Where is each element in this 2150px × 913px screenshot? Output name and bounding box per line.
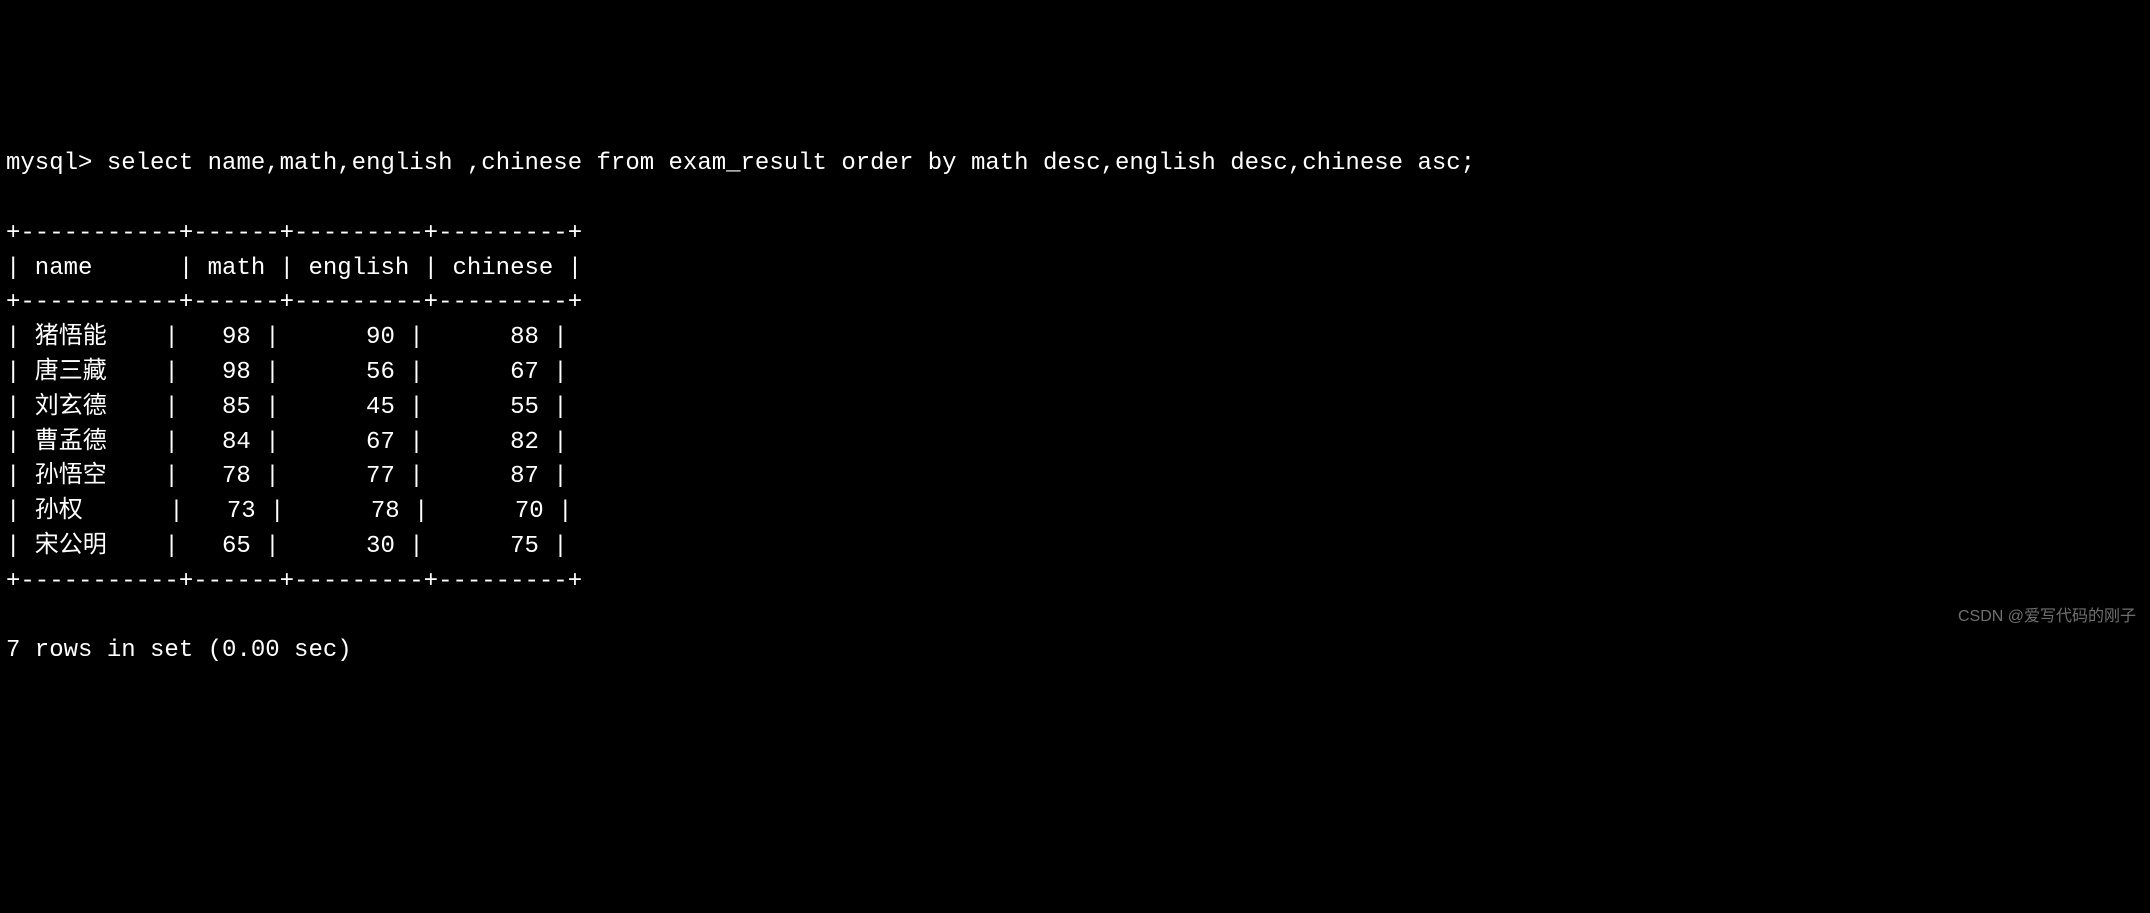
table-row: | name | math | english | chinese | <box>6 252 2144 287</box>
table-row: | 猪悟能 | 98 | 90 | 88 | <box>6 321 2144 356</box>
table-row: | 孙权 | 73 | 78 | 70 | <box>6 495 2144 530</box>
table-row: | 孙悟空 | 78 | 77 | 87 | <box>6 460 2144 495</box>
mysql-prompt: mysql> <box>6 150 107 177</box>
sql-command-line: mysql> select name,math,english ,chinese… <box>6 147 2144 182</box>
table-row: | 唐三藏 | 98 | 56 | 67 | <box>6 356 2144 391</box>
table-row: +-----------+------+---------+---------+ <box>6 565 2144 600</box>
table-row: +-----------+------+---------+---------+ <box>6 286 2144 321</box>
query-result-table: +-----------+------+---------+---------+… <box>6 217 2144 600</box>
watermark-text: CSDN @爱写代码的刚子 <box>1958 605 2136 628</box>
query-footer: 7 rows in set (0.00 sec) <box>6 634 2144 669</box>
table-row: | 曹孟德 | 84 | 67 | 82 | <box>6 426 2144 461</box>
table-row: | 宋公明 | 65 | 30 | 75 | <box>6 530 2144 565</box>
table-row: +-----------+------+---------+---------+ <box>6 217 2144 252</box>
table-row: | 刘玄德 | 85 | 45 | 55 | <box>6 391 2144 426</box>
sql-query: select name,math,english ,chinese from e… <box>107 150 1475 177</box>
